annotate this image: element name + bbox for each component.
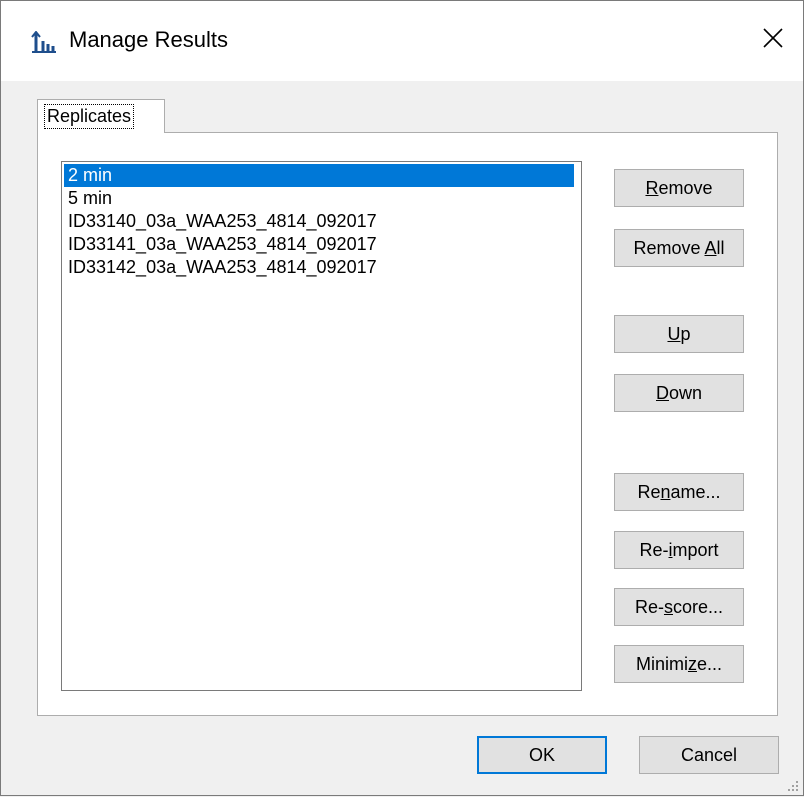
list-item[interactable]: ID33140_03a_WAA253_4814_092017 <box>64 210 574 233</box>
down-button[interactable]: Down <box>614 374 744 412</box>
resize-grip-icon[interactable] <box>787 779 799 791</box>
minimize-button[interactable]: Minimize... <box>614 645 744 683</box>
replicates-list[interactable]: 2 min 5 min ID33140_03a_WAA253_4814_0920… <box>61 161 582 691</box>
cancel-button[interactable]: Cancel <box>639 736 779 774</box>
ok-button[interactable]: OK <box>477 736 607 774</box>
manage-results-dialog: Manage Results Replicates 2 min 5 min ID… <box>0 0 804 796</box>
list-item[interactable]: ID33142_03a_WAA253_4814_092017 <box>64 256 574 279</box>
list-item[interactable]: 2 min <box>64 164 574 187</box>
list-item[interactable]: 5 min <box>64 187 574 210</box>
close-button[interactable] <box>743 15 803 65</box>
list-item[interactable]: ID33141_03a_WAA253_4814_092017 <box>64 233 574 256</box>
tab-replicates[interactable]: Replicates <box>37 99 165 133</box>
remove-button[interactable]: Remove <box>614 169 744 207</box>
remove-all-button[interactable]: Remove All <box>614 229 744 267</box>
up-button[interactable]: Up <box>614 315 744 353</box>
rename-button[interactable]: Rename... <box>614 473 744 511</box>
reimport-button[interactable]: Re-import <box>614 531 744 569</box>
tab-replicates-label: Replicates <box>44 104 135 129</box>
rescore-button[interactable]: Re-score... <box>614 588 744 626</box>
close-icon <box>763 27 783 53</box>
title-bar[interactable]: Manage Results <box>1 1 803 81</box>
dialog-title: Manage Results <box>69 27 228 52</box>
peak-chart-icon <box>31 30 57 53</box>
